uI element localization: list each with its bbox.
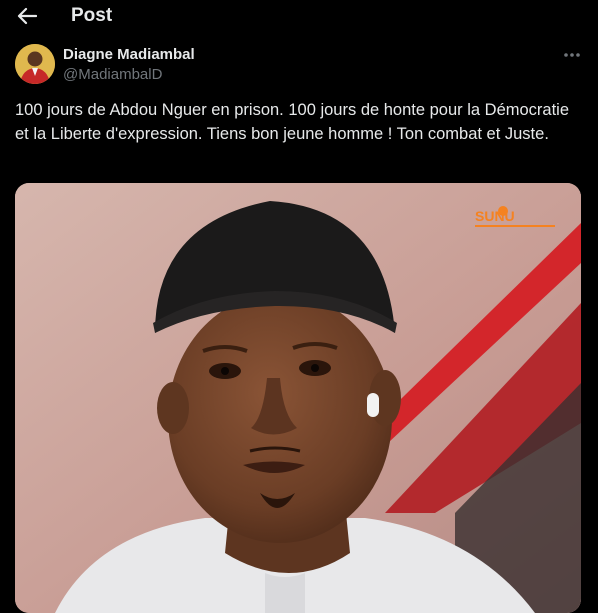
author-name[interactable]: Diagne Madiambal (63, 46, 195, 63)
author-handle[interactable]: @MadiambalD (63, 66, 162, 83)
back-button[interactable] (14, 4, 40, 28)
avatar[interactable] (15, 44, 55, 84)
svg-text:SUNU: SUNU (475, 208, 515, 224)
more-horizontal-icon (564, 53, 580, 57)
page-title: Post (71, 5, 113, 26)
more-options-button[interactable] (560, 46, 584, 64)
top-bar: Post (0, 0, 598, 34)
arrow-left-icon (17, 7, 37, 25)
post-image[interactable]: SUNU (15, 183, 581, 613)
post-text: 100 jours de Abdou Nguer en prison. 100 … (15, 101, 570, 143)
